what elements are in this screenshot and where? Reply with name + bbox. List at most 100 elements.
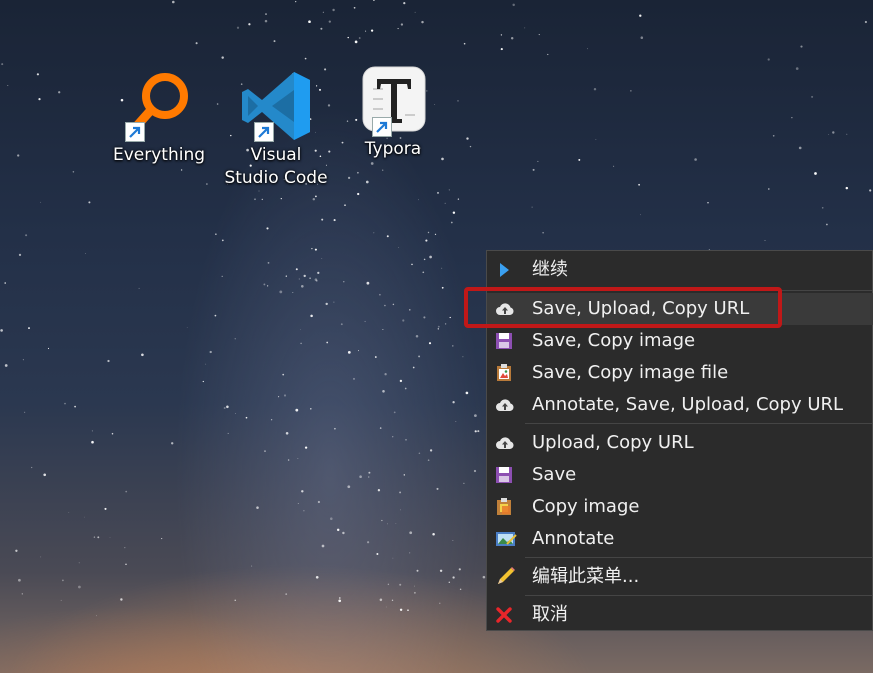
star — [767, 58, 770, 61]
star — [297, 458, 299, 460]
star — [353, 6, 356, 9]
star — [78, 585, 81, 589]
star — [43, 473, 47, 477]
star — [392, 303, 395, 306]
desktop-icon-everything[interactable]: Everything — [104, 70, 214, 167]
cloud-upload-icon — [495, 396, 514, 414]
star — [404, 387, 407, 390]
star — [832, 131, 835, 134]
star — [333, 301, 335, 303]
pencil-icon — [495, 565, 517, 587]
star — [399, 491, 402, 494]
star — [278, 396, 280, 398]
star — [38, 98, 41, 101]
star — [364, 320, 366, 323]
star — [694, 158, 697, 161]
star — [28, 327, 30, 330]
star — [4, 282, 6, 284]
star — [61, 579, 64, 582]
star — [441, 286, 444, 289]
star — [392, 436, 394, 438]
menu-item-save-copy-image-file[interactable]: Save, Copy image file — [487, 357, 873, 389]
menu-item-copy-image[interactable]: Copy image — [487, 491, 873, 523]
star — [344, 204, 346, 206]
menu-item-save[interactable]: Save — [487, 459, 873, 491]
star — [321, 257, 323, 259]
star — [397, 28, 399, 30]
star — [195, 42, 198, 45]
star — [359, 475, 362, 479]
star — [357, 350, 360, 352]
star — [24, 411, 26, 413]
star — [367, 541, 370, 544]
star — [120, 598, 123, 601]
star — [40, 201, 42, 203]
menu-item-continue[interactable]: 继续 — [487, 254, 873, 286]
star — [418, 452, 421, 455]
star — [795, 67, 799, 70]
star — [40, 556, 42, 558]
star — [418, 355, 421, 358]
star — [273, 40, 276, 43]
desktop-icon-typora[interactable]: Typora — [338, 65, 448, 161]
star — [463, 42, 466, 45]
star — [315, 575, 319, 579]
menu-item-label: Save, Copy image — [532, 330, 696, 351]
menu-item-edit-menu[interactable]: 编辑此菜单... — [487, 561, 873, 593]
star — [267, 262, 270, 264]
menu-item-annotate-save-upload-copy-url[interactable]: Annotate, Save, Upload, Copy URL — [487, 389, 873, 421]
star — [441, 267, 443, 269]
star — [434, 233, 437, 236]
star — [587, 48, 588, 50]
star — [811, 95, 814, 98]
star — [258, 190, 260, 192]
star — [436, 487, 439, 490]
star — [298, 278, 300, 280]
star — [466, 137, 469, 140]
star — [538, 34, 540, 36]
menu-item-annotate[interactable]: Annotate — [487, 523, 873, 555]
star — [384, 373, 387, 376]
red-highlight-annotation — [464, 287, 782, 328]
star — [457, 198, 460, 200]
star — [125, 563, 127, 565]
star — [846, 133, 848, 135]
star — [256, 506, 259, 509]
star — [638, 183, 640, 186]
star — [88, 201, 91, 204]
star — [74, 405, 76, 408]
star — [221, 275, 223, 278]
star — [206, 183, 208, 185]
star — [234, 599, 236, 601]
menu-item-label: Save, Copy image file — [532, 362, 729, 383]
star — [640, 36, 644, 39]
star — [311, 247, 313, 250]
star — [7, 84, 9, 86]
star — [91, 430, 93, 432]
star — [161, 538, 163, 540]
star — [437, 328, 439, 330]
star — [330, 517, 333, 520]
star — [412, 366, 415, 369]
star — [370, 162, 374, 165]
star — [21, 593, 23, 595]
star — [400, 23, 404, 26]
menu-item-label: Save — [532, 464, 577, 485]
star — [236, 26, 240, 29]
desktop-icon-label: Everything — [112, 145, 206, 165]
star — [283, 394, 287, 397]
star — [304, 57, 307, 60]
star — [138, 287, 140, 289]
desktop-icon-vscode[interactable]: Visual Studio Code — [221, 70, 331, 190]
star — [402, 319, 405, 322]
menu-item-label: Upload, Copy URL — [532, 432, 694, 453]
desktop-icon-label: Visual Studio Code — [224, 145, 328, 188]
star — [399, 379, 403, 383]
menu-item-cancel[interactable]: 取消 — [487, 599, 873, 631]
star — [409, 552, 411, 554]
star — [340, 323, 343, 326]
shortcut-arrow-icon — [125, 122, 145, 142]
menu-item-upload-copy-url[interactable]: Upload, Copy URL — [487, 427, 873, 459]
star — [263, 283, 266, 286]
menu-item-save-copy-image[interactable]: Save, Copy image — [487, 325, 873, 357]
